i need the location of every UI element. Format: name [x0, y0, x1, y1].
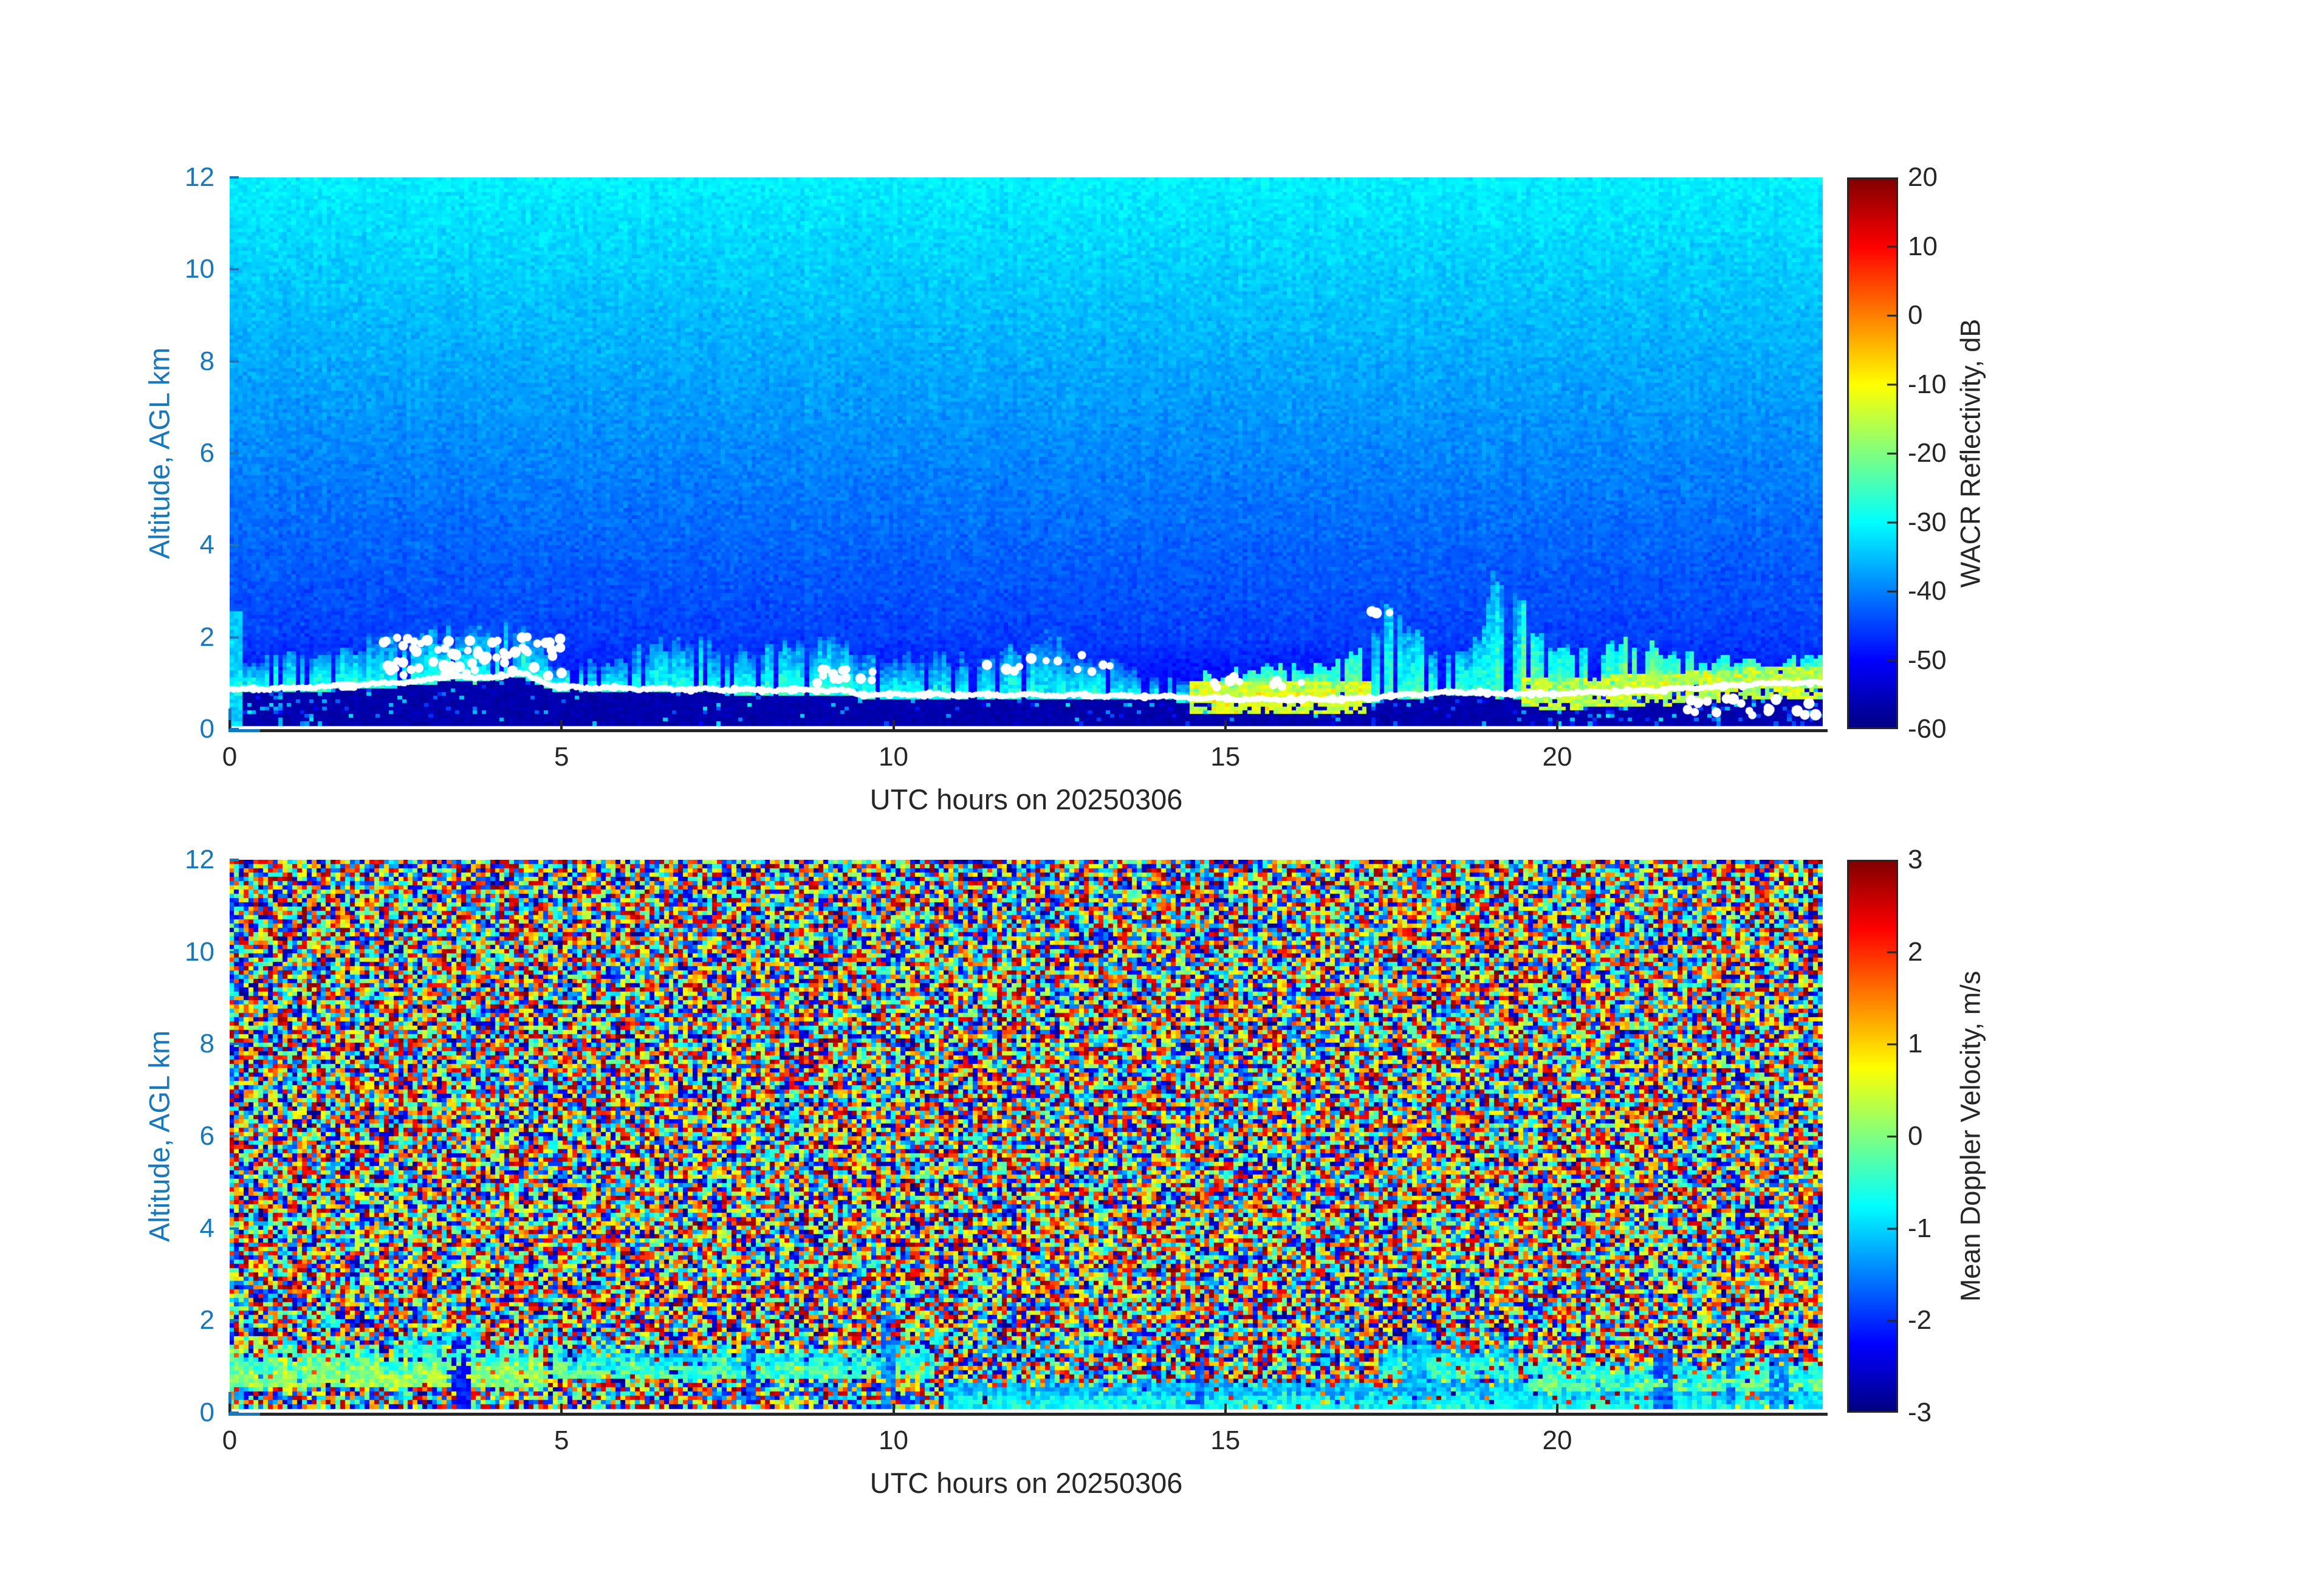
- x-tick-label: 10: [879, 742, 908, 772]
- y-tick-mark: [230, 1319, 239, 1322]
- x-axis-line: [259, 1413, 1828, 1416]
- y-tick-mark: [230, 636, 239, 639]
- velocity-colorbar: [1847, 860, 1898, 1413]
- y-tick-mark: [230, 360, 239, 363]
- x-axis-label: UTC hours on 20250306: [869, 1467, 1183, 1499]
- x-tick-mark: [1224, 1404, 1227, 1413]
- x-tick-mark: [1224, 720, 1227, 729]
- velocity-colorbar-title: Mean Doppler Velocity, m/s: [1955, 970, 1986, 1302]
- colorbar-tick-label: -50: [1908, 645, 1947, 675]
- colorbar-tick-label: -1: [1908, 1213, 1932, 1243]
- x-tick-mark: [892, 720, 895, 729]
- colorbar-tick-label: 20: [1908, 162, 1938, 192]
- colorbar-tick-label: -30: [1908, 507, 1947, 537]
- reflectivity-colorbar-title: WACR Reflectivity, dB: [1955, 318, 1986, 588]
- colorbar-tick-label: -40: [1908, 576, 1947, 606]
- y-axis-label: Altitude, AGL km: [143, 347, 176, 560]
- y-tick-mark: [230, 1043, 239, 1046]
- colorbar-tick-label: -20: [1908, 438, 1947, 468]
- x-tick-label: 5: [554, 742, 569, 772]
- y-tick-mark: [230, 176, 239, 179]
- y-tick-label: 2: [199, 1305, 214, 1336]
- y-tick-label: 0: [199, 714, 214, 744]
- y-axis-label: Altitude, AGL km: [143, 1030, 176, 1243]
- x-tick-label: 20: [1542, 1425, 1572, 1455]
- y-tick-mark: [230, 544, 239, 547]
- y-tick-mark: [230, 950, 239, 953]
- colorbar-tick-label: 0: [1908, 300, 1923, 330]
- reflectivity-heatmap: [230, 177, 1823, 729]
- y-tick-label: 2: [199, 622, 214, 652]
- x-tick-mark: [560, 1404, 563, 1413]
- y-tick-mark: [230, 268, 239, 271]
- x-tick-mark: [1556, 720, 1558, 729]
- velocity-heatmap: [230, 860, 1823, 1413]
- y-tick-mark: [230, 859, 239, 861]
- colorbar-tick-label: 10: [1908, 231, 1938, 261]
- colorbar-tick-label: -3: [1908, 1398, 1932, 1427]
- colorbar-tick-label: 1: [1908, 1029, 1923, 1059]
- y-tick-mark: [230, 1411, 239, 1414]
- y-tick-mark: [230, 1135, 239, 1137]
- figure: 0 5 10 15 20 0 2 4 6 8 10 12 Altitude, AGL km UTC h…: [0, 0, 2324, 1595]
- y-tick-mark: [230, 728, 239, 730]
- y-tick-label: 10: [185, 254, 214, 284]
- x-axis-label: UTC hours on 20250306: [869, 783, 1183, 815]
- colorbar-tick-label: -60: [1908, 714, 1947, 744]
- x-tick-label: 10: [879, 1425, 908, 1455]
- y-tick-mark: [230, 1227, 239, 1230]
- x-tick-label: 5: [554, 1425, 569, 1455]
- colorbar-tick-label: 3: [1908, 845, 1923, 874]
- x-tick-label: 0: [222, 742, 238, 772]
- y-tick-label: 0: [199, 1398, 214, 1427]
- y-tick-label: 10: [185, 936, 214, 967]
- x-tick-mark: [1556, 1404, 1558, 1413]
- x-tick-label: 20: [1542, 742, 1572, 772]
- y-tick-mark: [230, 452, 239, 454]
- x-tick-mark: [892, 1404, 895, 1413]
- colorbar-tick-label: -2: [1908, 1305, 1932, 1336]
- colorbar-tick-label: -10: [1908, 369, 1947, 399]
- x-tick-label: 0: [222, 1425, 238, 1455]
- x-tick-mark: [560, 720, 563, 729]
- y-tick-label: 12: [185, 845, 214, 874]
- colorbar-tick-label: 0: [1908, 1121, 1923, 1151]
- y-tick-label: 12: [185, 162, 214, 192]
- reflectivity-colorbar: [1847, 177, 1898, 729]
- x-tick-label: 15: [1210, 1425, 1241, 1455]
- colorbar-tick-label: 2: [1908, 936, 1923, 967]
- x-tick-label: 15: [1210, 742, 1241, 772]
- x-axis-line: [259, 729, 1828, 732]
